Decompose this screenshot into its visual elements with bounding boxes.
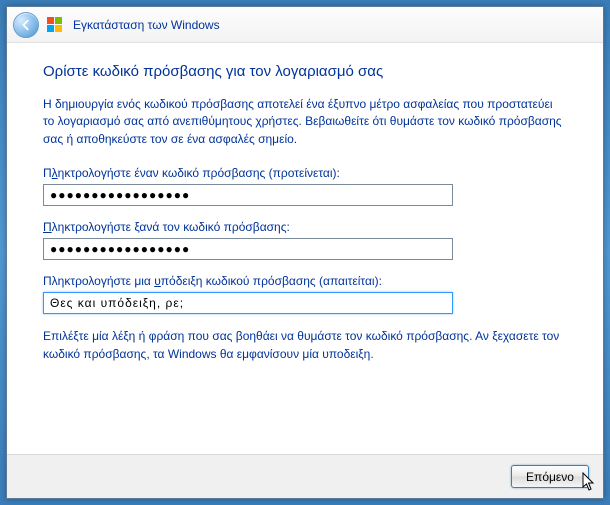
hint-help-text: Επιλέξτε μία λέξη ή φράση που σας βοηθάε… — [43, 328, 567, 363]
setup-window: Εγκατάσταση των Windows Ορίστε κωδικό πρ… — [6, 6, 604, 499]
hint-label: Πληκτρολογήστε μια υπόδειξη κωδικού πρόσ… — [43, 274, 567, 288]
back-arrow-icon — [19, 18, 33, 32]
titlebar: Εγκατάσταση των Windows — [7, 7, 603, 43]
confirm-password-label: Πληκτρολογήστε ξανά τον κωδικό πρόσβασης… — [43, 220, 567, 234]
page-description: Η δημιουργία ενός κωδικού πρόσβασης αποτ… — [43, 96, 567, 148]
back-button[interactable] — [13, 12, 39, 38]
hint-input[interactable] — [43, 292, 453, 314]
content-area: Ορίστε κωδικό πρόσβασης για τον λογαριασ… — [7, 43, 603, 454]
page-heading: Ορίστε κωδικό πρόσβασης για τον λογαριασ… — [43, 63, 567, 80]
next-button[interactable]: Επόμενο — [511, 465, 589, 488]
windows-logo-icon — [47, 17, 63, 33]
footer: Επόμενο — [7, 454, 603, 498]
password-label: Πληκτρολογήστε έναν κωδικό πρόσβασης (πρ… — [43, 166, 567, 180]
password-input[interactable] — [43, 184, 453, 206]
confirm-password-input[interactable] — [43, 238, 453, 260]
window-title: Εγκατάσταση των Windows — [73, 18, 220, 32]
